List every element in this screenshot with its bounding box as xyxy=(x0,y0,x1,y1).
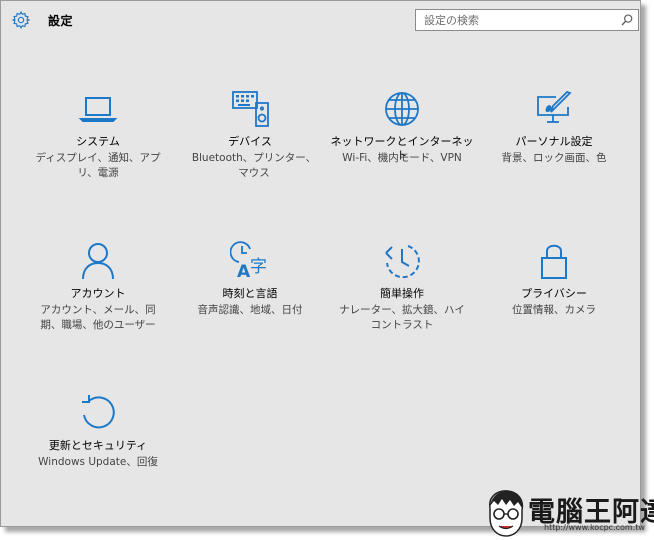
search-icon[interactable] xyxy=(620,13,634,27)
tile-ease-of-access[interactable]: 簡単操作 ナレーター、拡大鏡、ハイコントラスト xyxy=(327,241,477,341)
tile-update-security[interactable]: 更新とセキュリティ Windows Update、回復 xyxy=(23,393,173,493)
tile-accounts[interactable]: アカウント アカウント、メール、同期、職場、他のユーザー xyxy=(23,241,173,341)
tile-name: パーソナル設定 xyxy=(515,135,593,148)
tile-desc: 位置情報、カメラ xyxy=(512,304,596,316)
header: 設定 xyxy=(1,1,640,39)
tile-desc: ディスプレイ、通知、アプリ、電源 xyxy=(35,152,161,179)
lock-icon xyxy=(541,244,567,279)
search-box[interactable] xyxy=(415,9,639,31)
refresh-icon xyxy=(82,395,115,429)
watermark: 電腦王阿達 http://www.kocpc.com.tw xyxy=(484,488,654,540)
tile-time-language[interactable]: A 字 時刻と言語 音声認識、地域、日付 xyxy=(175,241,325,341)
time-language-icon: A 字 xyxy=(230,241,267,281)
tile-desc: 音声認識、地域、日付 xyxy=(197,304,303,316)
tile-name: 簡単操作 xyxy=(380,287,424,300)
tile-system[interactable]: システム ディスプレイ、通知、アプリ、電源 xyxy=(23,89,173,189)
tile-privacy[interactable]: プライバシー 位置情報、カメラ xyxy=(479,241,629,341)
tile-devices[interactable]: デバイス Bluetooth、プリンター、マウス xyxy=(175,89,325,189)
devices-icon xyxy=(232,91,269,127)
tile-name: プライバシー xyxy=(521,287,587,300)
tile-desc: ナレーター、拡大鏡、ハイコントラスト xyxy=(339,304,465,331)
gear-icon[interactable] xyxy=(11,10,31,30)
tile-name: 更新とセキュリティ xyxy=(48,439,148,452)
mascot-face-icon xyxy=(489,490,524,537)
watermark-url: http://www.kocpc.com.tw xyxy=(544,523,645,532)
tile-desc: Windows Update、回復 xyxy=(38,456,158,468)
tile-name: デバイス xyxy=(228,135,272,148)
tile-personalization[interactable]: パーソナル設定 背景、ロック画面、色 xyxy=(479,89,629,189)
tile-network[interactable]: ネットワークとインターネット Wi-Fi、機内モード、VPN xyxy=(327,89,477,189)
tile-desc: Bluetooth、プリンター、マウス xyxy=(191,152,317,179)
search-input[interactable] xyxy=(416,10,620,30)
tile-name: 時刻と言語 xyxy=(222,287,278,300)
page-title: 設定 xyxy=(48,14,74,28)
tile-name: アカウント xyxy=(70,287,126,300)
tile-desc: 背景、ロック画面、色 xyxy=(501,152,607,164)
tile-desc: Wi-Fi、機内モード、VPN xyxy=(342,152,462,164)
person-icon xyxy=(82,243,114,280)
settings-window: 設定 システム ディスプレイ、通知、アプリ、電源 xyxy=(0,0,641,527)
tile-desc: アカウント、メール、同期、職場、他のユーザー xyxy=(40,304,156,331)
svg-text:字: 字 xyxy=(250,257,267,277)
paint-icon xyxy=(537,90,572,123)
tile-name: システム xyxy=(76,135,120,148)
laptop-icon xyxy=(78,97,118,122)
ease-of-access-icon xyxy=(385,245,420,279)
globe-icon xyxy=(385,92,419,126)
svg-text:A: A xyxy=(237,262,251,281)
